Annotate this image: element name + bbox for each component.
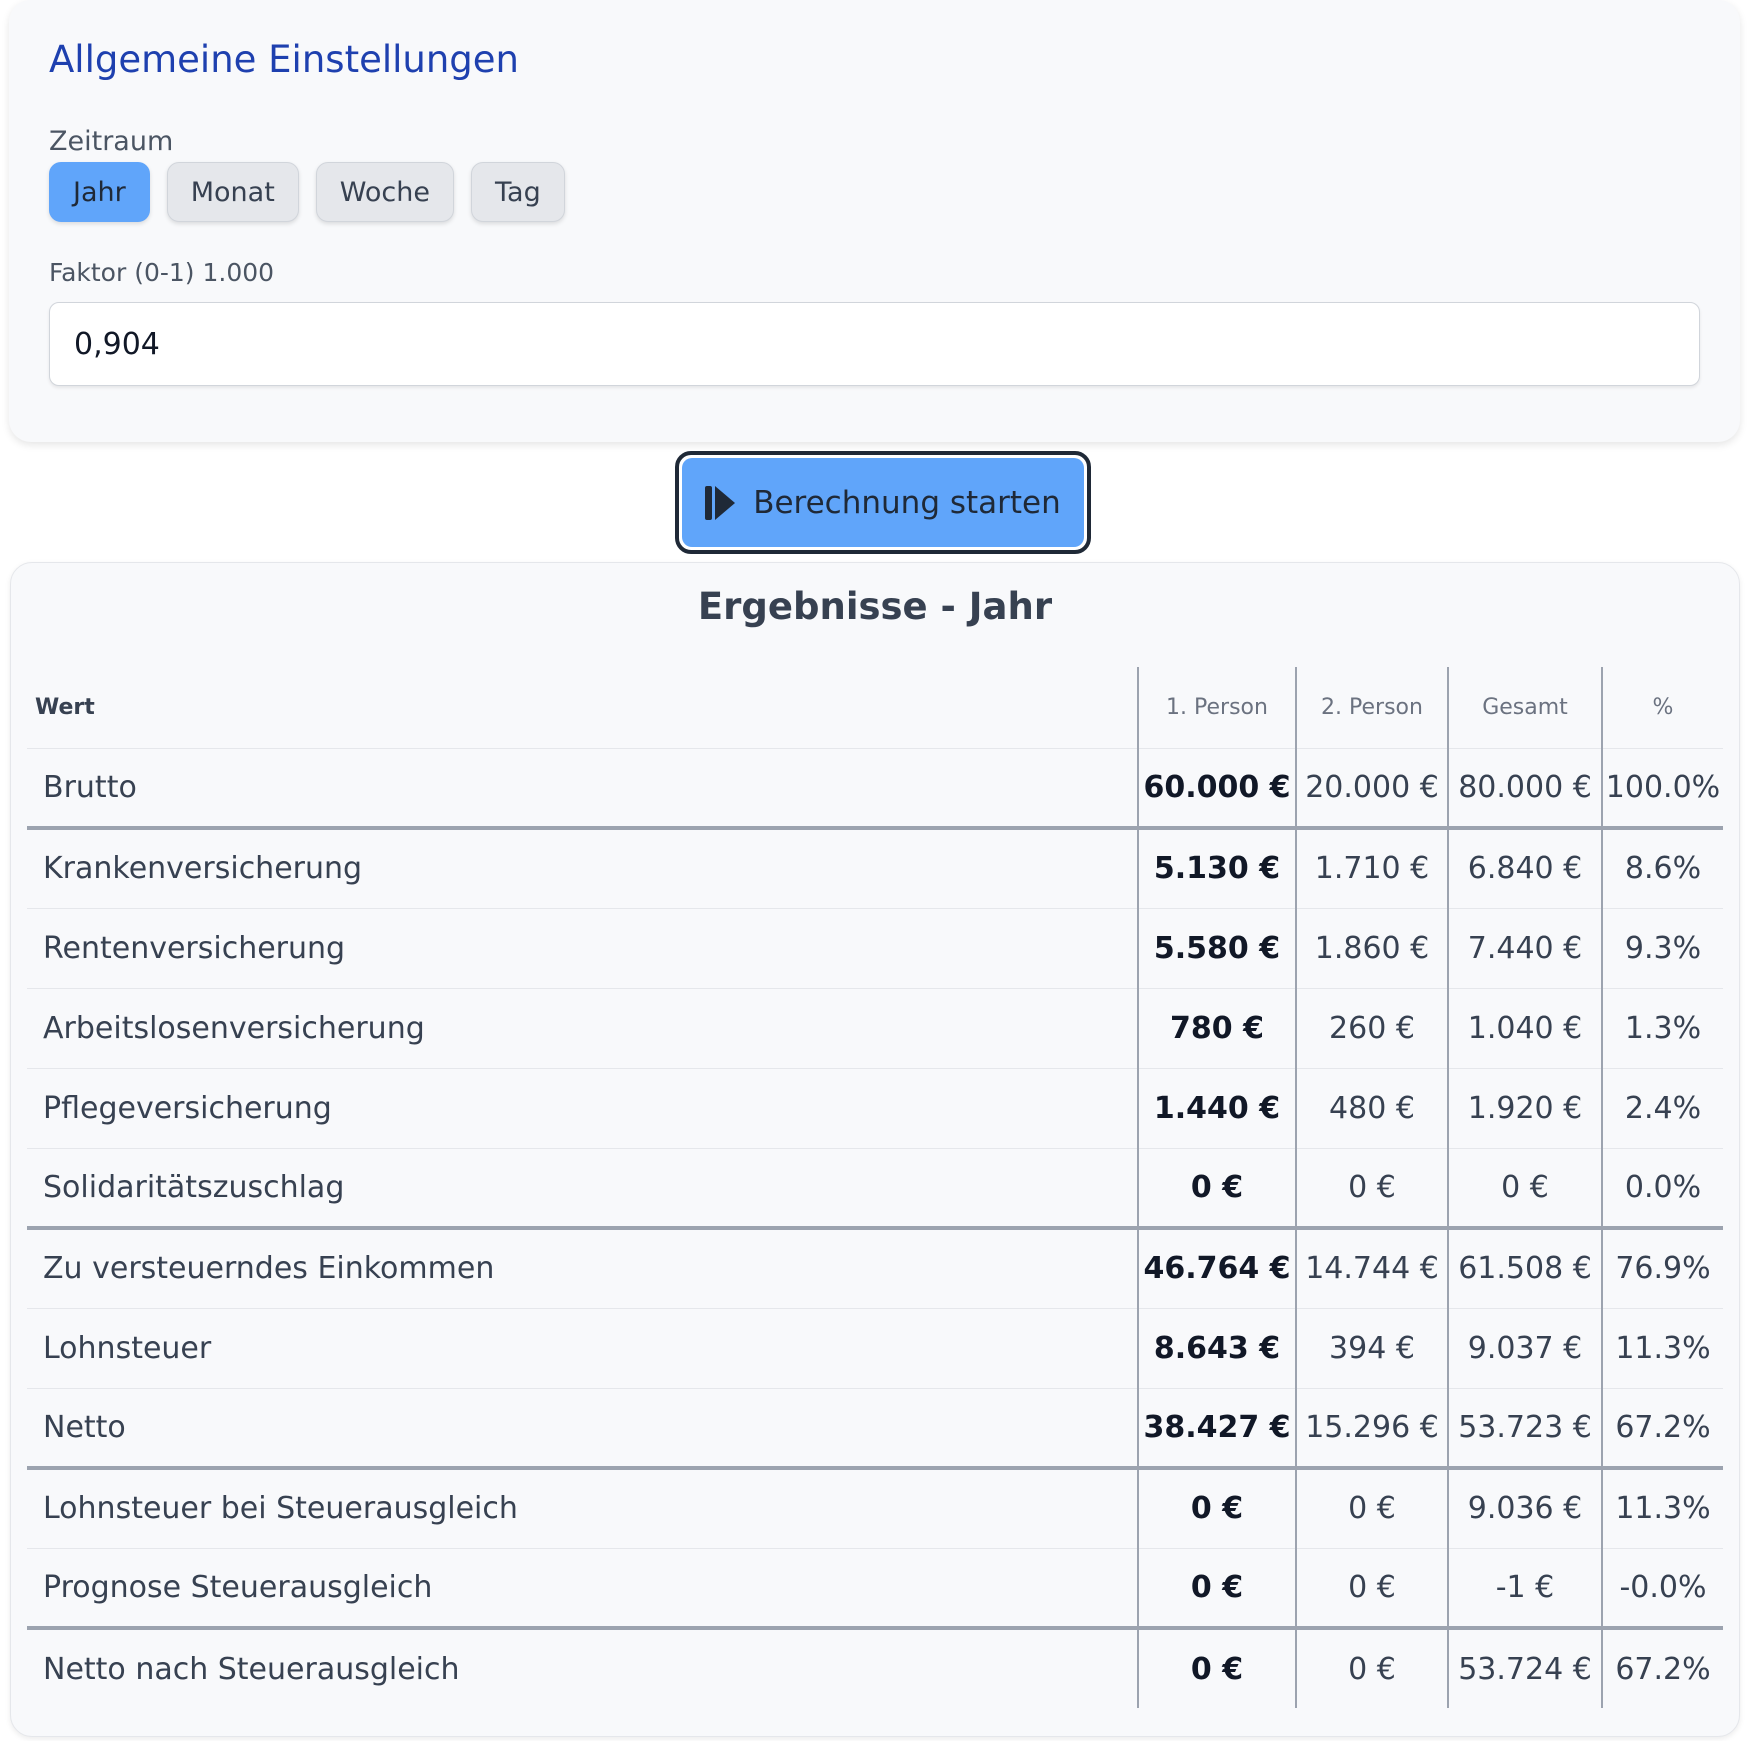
start-button-label: Berechnung starten <box>753 484 1061 521</box>
cell-percent: 11.3% <box>1601 1308 1723 1389</box>
cell-person-2: 14.744 € <box>1295 1228 1448 1309</box>
cell-person-1: 8.643 € <box>1137 1308 1296 1389</box>
results-table: Wert 1. Person 2. Person Gesamt % Brutto… <box>27 667 1723 1708</box>
table-row: Netto 38.427 € 15.296 € 53.723 € 67.2% <box>27 1388 1723 1470</box>
cell-person-2: 0 € <box>1295 1628 1448 1708</box>
cell-percent: 67.2% <box>1601 1388 1723 1470</box>
table-row: Zu versteuerndes Einkommen 46.764 € 14.7… <box>27 1228 1723 1309</box>
cell-person-1: 38.427 € <box>1137 1388 1296 1470</box>
cell-total: 1.040 € <box>1447 988 1602 1069</box>
cell-total: 7.440 € <box>1447 908 1602 989</box>
cell-person-1: 0 € <box>1137 1548 1296 1630</box>
cell-person-1: 60.000 € <box>1137 748 1296 830</box>
cell-person-1: 1.440 € <box>1137 1068 1296 1149</box>
cell-total: 1.920 € <box>1447 1068 1602 1149</box>
results-header-row: Wert 1. Person 2. Person Gesamt % <box>27 667 1723 749</box>
cell-person-1: 0 € <box>1137 1468 1296 1549</box>
start-calculation-button[interactable]: Berechnung starten <box>682 458 1084 547</box>
row-label: Lohnsteuer bei Steuerausgleich <box>27 1468 1138 1549</box>
results-card: Ergebnisse - Jahr Wert 1. Person 2. Pers… <box>10 562 1740 1737</box>
results-title: Ergebnisse - Jahr <box>697 585 1053 628</box>
period-label: Zeitraum <box>49 126 174 157</box>
row-label: Zu versteuerndes Einkommen <box>27 1228 1138 1309</box>
row-label: Netto nach Steuerausgleich <box>43 1651 460 1687</box>
period-button-monat[interactable]: Monat <box>166 162 299 222</box>
cell-person-1: 5.130 € <box>1137 828 1296 909</box>
cell-total: 9.037 € <box>1447 1308 1602 1389</box>
row-label: Solidaritätszuschlag <box>27 1148 1138 1230</box>
column-header-wert: Wert <box>27 667 1138 749</box>
cell-person-2: 260 € <box>1295 988 1448 1069</box>
cell-percent: 8.6% <box>1601 828 1723 909</box>
table-row: Arbeitslosenversicherung 780 € 260 € 1.0… <box>27 988 1723 1069</box>
cell-person-1: 46.764 € <box>1137 1228 1296 1309</box>
row-label: Pflegeversicherung <box>27 1068 1138 1149</box>
cell-percent: 2.4% <box>1601 1068 1723 1149</box>
factor-label: Faktor (0-1) 1.000 <box>49 258 275 287</box>
row-label: Netto <box>27 1388 1138 1470</box>
row-label: Arbeitslosenversicherung <box>27 988 1138 1069</box>
table-row: Brutto 60.000 € 20.000 € 80.000 € 100.0% <box>27 748 1723 830</box>
cell-percent: 0.0% <box>1601 1148 1723 1230</box>
cell-percent: 1.3% <box>1601 988 1723 1069</box>
column-header-person-1: 1. Person <box>1137 667 1296 749</box>
table-row: Solidaritätszuschlag 0 € 0 € 0 € 0.0% <box>27 1148 1723 1230</box>
period-button-tag[interactable]: Tag <box>471 162 565 222</box>
period-selector: Jahr Monat Woche Tag <box>49 162 565 222</box>
cell-total: 9.036 € <box>1447 1468 1602 1549</box>
cell-total: 6.840 € <box>1447 828 1602 909</box>
cell-total: 80.000 € <box>1447 748 1602 830</box>
settings-title: Allgemeine Einstellungen <box>49 38 519 81</box>
cell-person-2: 0 € <box>1295 1148 1448 1230</box>
column-header-percent: % <box>1601 667 1723 749</box>
row-label: Krankenversicherung <box>27 828 1138 909</box>
cell-total: 53.723 € <box>1447 1388 1602 1470</box>
cell-percent: 67.2% <box>1601 1628 1723 1708</box>
play-icon <box>705 485 736 520</box>
cell-person-1: 0 € <box>1137 1148 1296 1230</box>
column-header-person-2: 2. Person <box>1295 667 1448 749</box>
cell-total: 61.508 € <box>1447 1228 1602 1309</box>
cell-person-2: 1.860 € <box>1295 908 1448 989</box>
table-row: Lohnsteuer 8.643 € 394 € 9.037 € 11.3% <box>27 1308 1723 1389</box>
period-button-woche[interactable]: Woche <box>315 162 454 222</box>
table-row: Krankenversicherung 5.130 € 1.710 € 6.84… <box>27 828 1723 909</box>
cell-total: 0 € <box>1447 1148 1602 1230</box>
cell-person-1: 780 € <box>1137 988 1296 1069</box>
factor-input[interactable] <box>49 302 1700 386</box>
cell-total: 53.724 € <box>1447 1628 1602 1708</box>
cell-percent: 76.9% <box>1601 1228 1723 1309</box>
cell-percent: 11.3% <box>1601 1468 1723 1549</box>
cell-person-2: 0 € <box>1295 1548 1448 1630</box>
cell-percent: 9.3% <box>1601 908 1723 989</box>
cell-person-2: 1.710 € <box>1295 828 1448 909</box>
column-header-gesamt: Gesamt <box>1447 667 1602 749</box>
table-row: Netto nach Steuerausgleich 0 € 0 € 53.72… <box>27 1628 1723 1708</box>
table-row: Pflegeversicherung 1.440 € 480 € 1.920 €… <box>27 1068 1723 1149</box>
cell-percent: -0.0% <box>1601 1548 1723 1630</box>
table-row: Prognose Steuerausgleich 0 € 0 € -1 € -0… <box>27 1548 1723 1630</box>
cell-person-2: 20.000 € <box>1295 748 1448 830</box>
cell-person-1: 0 € <box>1137 1628 1296 1708</box>
settings-card: Allgemeine Einstellungen Zeitraum Jahr M… <box>9 0 1740 442</box>
cell-person-2: 480 € <box>1295 1068 1448 1149</box>
cell-total: -1 € <box>1447 1548 1602 1630</box>
row-label: Rentenversicherung <box>27 908 1138 989</box>
cell-person-2: 0 € <box>1295 1468 1448 1549</box>
table-row: Lohnsteuer bei Steuerausgleich 0 € 0 € 9… <box>27 1468 1723 1549</box>
cell-percent: 100.0% <box>1601 748 1723 830</box>
row-label: Brutto <box>27 748 1138 830</box>
table-row: Rentenversicherung 5.580 € 1.860 € 7.440… <box>27 908 1723 989</box>
row-label: Lohnsteuer <box>27 1308 1138 1389</box>
cell-person-1: 5.580 € <box>1137 908 1296 989</box>
cell-person-2: 15.296 € <box>1295 1388 1448 1470</box>
period-button-jahr[interactable]: Jahr <box>49 162 150 222</box>
cell-person-2: 394 € <box>1295 1308 1448 1389</box>
row-label: Prognose Steuerausgleich <box>27 1548 1138 1630</box>
start-button-focus-ring: Berechnung starten <box>675 451 1091 554</box>
